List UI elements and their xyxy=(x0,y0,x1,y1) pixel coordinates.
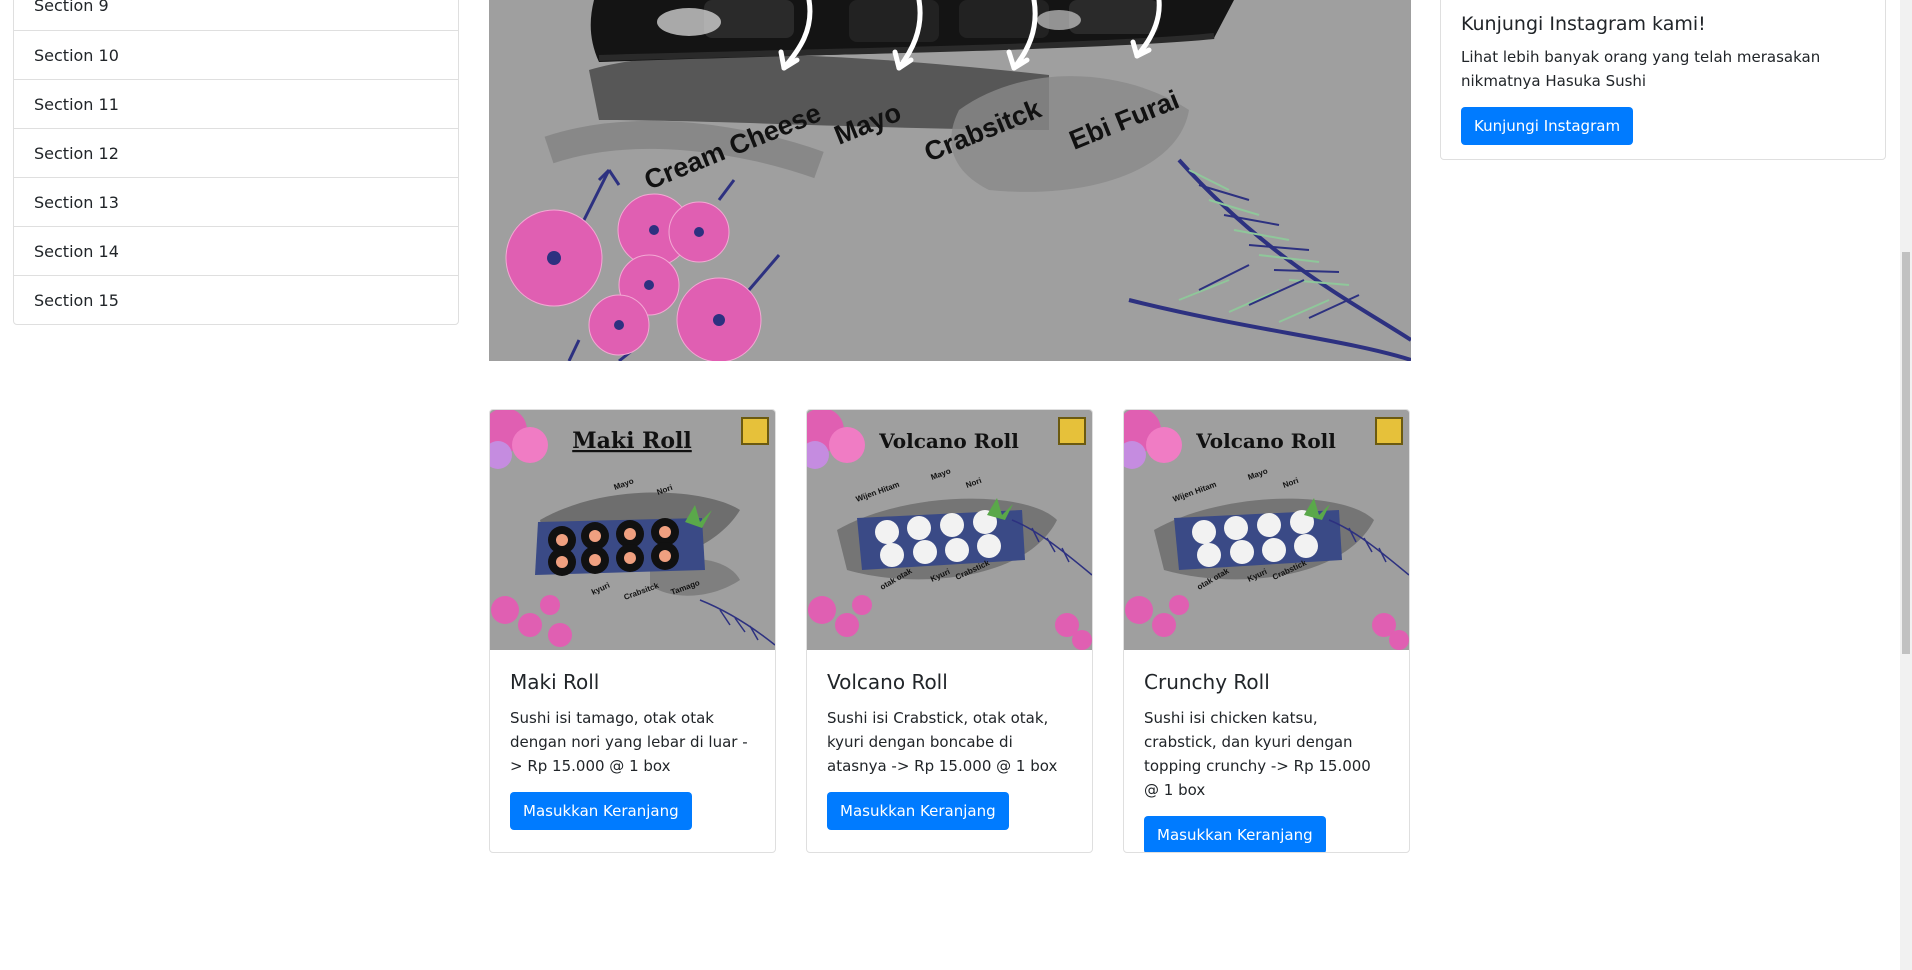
page-scrollbar-thumb[interactable] xyxy=(1902,252,1910,654)
product-image-maki-roll: Maki Roll Mayo Nori kyuri Crabsitck Tama… xyxy=(490,410,775,650)
add-to-cart-button[interactable]: Masukkan Keranjang xyxy=(1144,816,1326,852)
sidebar-item-label: Section 9 xyxy=(34,0,109,15)
sidebar-item-label: Section 11 xyxy=(34,94,119,114)
product-card-crunchy-roll: Volcano Roll Wijen Hitam Mayo Nori otak … xyxy=(1123,409,1410,853)
instagram-card-text: Lihat lebih banyak orang yang telah mera… xyxy=(1461,48,1821,90)
sidebar-item-section-13[interactable]: Section 13 xyxy=(14,177,458,226)
page-scrollbar[interactable] xyxy=(1900,0,1912,970)
product-image-title: Volcano Roll xyxy=(1195,429,1336,453)
product-image-title: Volcano Roll xyxy=(878,429,1019,453)
image-label: Mayo xyxy=(930,466,952,481)
instagram-card: Kunjungi Instagram kami! Lihat lebih ban… xyxy=(1440,0,1886,160)
product-card-grid: Maki Roll Mayo Nori kyuri Crabsitck Tama… xyxy=(489,409,1411,853)
image-label: Nori xyxy=(965,476,983,490)
product-description: Sushi isi Crabstick, otak otak, kyuri de… xyxy=(827,709,1058,775)
product-card-volcano-roll: Volcano Roll Wijen Hitam Mayo Nori otak … xyxy=(806,409,1093,853)
product-image-crunchy-roll: Volcano Roll Wijen Hitam Mayo Nori otak … xyxy=(1124,410,1409,650)
sidebar-item-label: Section 12 xyxy=(34,143,119,163)
sidebar-item-section-15[interactable]: Section 15 xyxy=(14,275,458,324)
sidebar-item-section-11[interactable]: Section 11 xyxy=(14,79,458,128)
product-image-volcano-roll: Volcano Roll Wijen Hitam Mayo Nori otak … xyxy=(807,410,1092,650)
product-image-title: Maki Roll xyxy=(572,428,692,454)
product-description: Sushi isi tamago, otak otak dengan nori … xyxy=(510,709,748,775)
sidebar-item-label: Section 14 xyxy=(34,241,119,261)
image-label: kyuri xyxy=(590,581,611,597)
sidebar-item-label: Section 15 xyxy=(34,290,119,310)
sidebar-item-label: Section 13 xyxy=(34,192,119,212)
visit-instagram-button[interactable]: Kunjungi Instagram xyxy=(1461,107,1634,145)
product-title: Volcano Roll xyxy=(827,670,948,694)
sidebar-item-section-12[interactable]: Section 12 xyxy=(14,128,458,177)
sidebar-item-section-9[interactable]: Section 9 xyxy=(14,0,458,30)
leaf-decoration-icon xyxy=(1128,158,1411,361)
product-title: Maki Roll xyxy=(510,670,600,694)
image-label: Wijen Hitam xyxy=(855,480,901,504)
instagram-card-title: Kunjungi Instagram kami! xyxy=(1461,13,1706,35)
add-to-cart-button[interactable]: Masukkan Keranjang xyxy=(827,792,1009,830)
add-to-cart-button[interactable]: Masukkan Keranjang xyxy=(510,792,692,830)
image-label: Nori xyxy=(1282,476,1300,490)
product-card-maki-roll: Maki Roll Mayo Nori kyuri Crabsitck Tama… xyxy=(489,409,776,853)
product-title: Crunchy Roll xyxy=(1144,670,1270,694)
image-label: Mayo xyxy=(613,476,635,491)
sidebar-item-section-14[interactable]: Section 14 xyxy=(14,226,458,275)
image-label: Wijen Hitam xyxy=(1172,480,1218,504)
sidebar-section-list: Section 9 Section 10 Section 11 Section … xyxy=(13,0,459,325)
sidebar-item-label: Section 10 xyxy=(34,45,119,65)
image-label: Crabsitck xyxy=(623,581,661,602)
flower-decoration-icon xyxy=(505,168,781,361)
hero-banner-image: Cream Cheese Mayo Crabsitck Ebi Furai xyxy=(489,0,1411,361)
image-label: Mayo xyxy=(1247,466,1269,481)
sidebar-item-section-10[interactable]: Section 10 xyxy=(14,30,458,79)
product-description: Sushi isi chicken katsu, crabstick, dan … xyxy=(1144,709,1371,799)
